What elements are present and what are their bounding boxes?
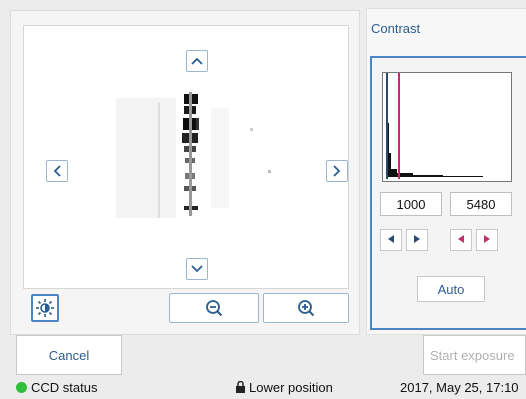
min-decrease-button[interactable] xyxy=(380,229,402,251)
chevron-down-icon xyxy=(191,265,203,273)
pan-down-button[interactable] xyxy=(186,258,208,280)
start-exposure-button[interactable]: Start exposure xyxy=(423,335,526,375)
histogram[interactable] xyxy=(382,72,512,182)
triangle-left-icon xyxy=(386,231,396,249)
max-increase-button[interactable] xyxy=(476,229,498,251)
contrast-max-field[interactable]: 5480 xyxy=(450,192,512,216)
max-decrease-button[interactable] xyxy=(450,229,472,251)
triangle-left-icon xyxy=(456,231,466,249)
brightness-button[interactable] xyxy=(31,294,59,322)
image-viewer[interactable] xyxy=(23,25,349,289)
chevron-left-icon xyxy=(53,165,61,177)
zoom-out-icon xyxy=(205,299,223,317)
zoom-in-icon xyxy=(297,299,315,317)
contrast-panel: Contrast 1000 5480 Auto xyxy=(366,8,526,335)
position-label: Lower position xyxy=(249,380,333,395)
pan-up-button[interactable] xyxy=(186,50,208,72)
lock-icon xyxy=(235,380,246,396)
status-indicator-icon xyxy=(16,382,27,393)
contrast-min-field[interactable]: 1000 xyxy=(380,192,442,216)
contrast-title: Contrast xyxy=(371,21,421,36)
contrast-controls: 1000 5480 Auto xyxy=(370,56,526,330)
blot-image xyxy=(96,88,286,228)
chevron-up-icon xyxy=(191,57,203,65)
zoom-in-button[interactable] xyxy=(263,293,349,323)
position-status: Lower position xyxy=(235,380,333,396)
pan-left-button[interactable] xyxy=(46,160,68,182)
zoom-out-button[interactable] xyxy=(169,293,259,323)
ccd-status-label: CCD status xyxy=(31,380,98,395)
brightness-icon xyxy=(35,298,55,318)
triangle-right-icon xyxy=(482,231,492,249)
datetime-display: 2017, May 25, 17:10 xyxy=(400,380,519,395)
triangle-right-icon xyxy=(412,231,422,249)
chevron-right-icon xyxy=(333,165,341,177)
min-increase-button[interactable] xyxy=(406,229,428,251)
pan-right-button[interactable] xyxy=(326,160,348,182)
auto-contrast-button[interactable]: Auto xyxy=(417,276,485,302)
image-panel xyxy=(10,10,360,335)
ccd-status: CCD status xyxy=(16,380,97,395)
cancel-button[interactable]: Cancel xyxy=(16,335,122,375)
